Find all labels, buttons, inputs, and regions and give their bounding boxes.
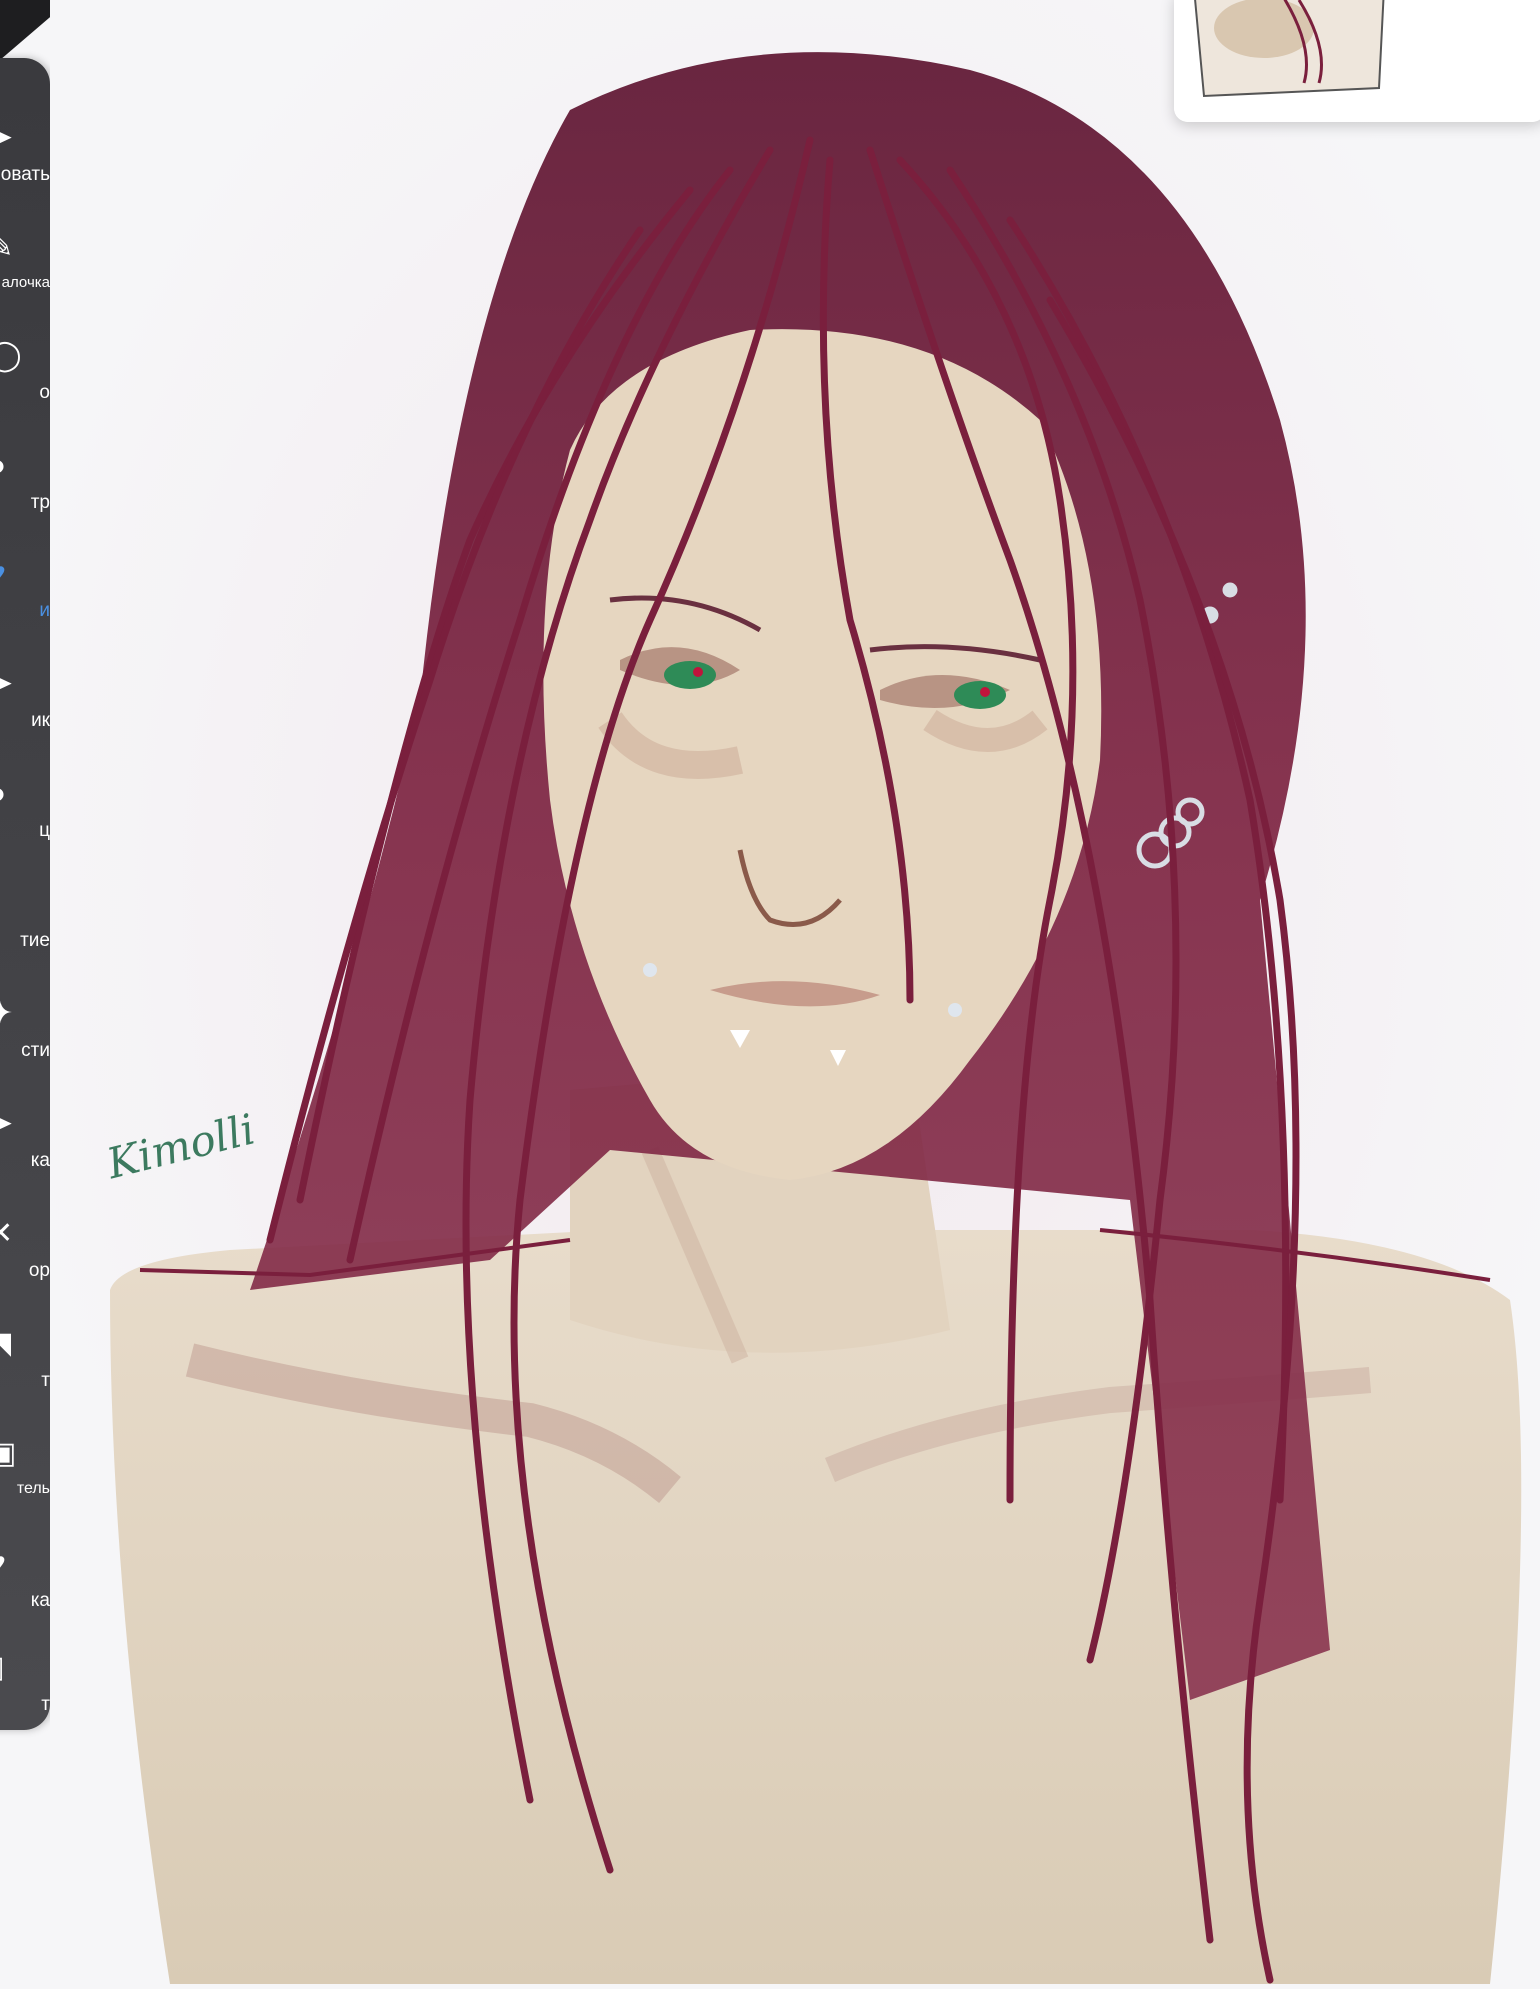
canvas-icon: ▯	[0, 1650, 28, 1686]
drop-icon: ●	[0, 776, 28, 812]
tool-label: ор	[28, 1260, 50, 1281]
tool-effects[interactable]: ✦ сти	[0, 974, 50, 1084]
tool-text[interactable]: ✕ ор	[0, 1194, 50, 1304]
tool-label: алочка	[1, 274, 50, 291]
drawing-canvas[interactable]: Kimolli	[50, 0, 1540, 1984]
tool-label: ка	[30, 1590, 50, 1611]
tool-frame[interactable]: ◥ т	[0, 1304, 50, 1414]
tool-filter[interactable]: ● тр	[0, 426, 50, 536]
tool-label: тр	[30, 492, 50, 513]
tool-transform[interactable]: ➤ овать	[0, 98, 50, 208]
tool-blur[interactable]: тие	[0, 864, 50, 974]
navigator-thumbnail	[1174, 0, 1540, 122]
blur-icon	[0, 886, 28, 922]
tool-label: о	[39, 382, 50, 403]
tool-eyedropper[interactable]: ♥ ка	[0, 1524, 50, 1634]
wand-icon: ✎	[0, 231, 14, 264]
tool-label: ц	[39, 820, 50, 841]
tool-canvas[interactable]: ▯ т	[0, 1628, 50, 1730]
tool-label: и	[39, 600, 50, 621]
lasso-icon: ◯	[0, 339, 22, 372]
tool-label: тель	[16, 1480, 50, 1497]
lip-piercing-right	[948, 1003, 962, 1017]
tool-sidebar: ➤ овать ✎ алочка ◯ о ● тр ♥ и ➤ ик ● ц т…	[0, 58, 50, 1730]
tool-magic-wand[interactable]: ✎ алочка	[0, 208, 50, 318]
tool-label: тие	[20, 930, 50, 951]
tool-label: т	[41, 1370, 50, 1391]
navigator-preview[interactable]	[1174, 0, 1540, 122]
tool-label: овать	[0, 164, 50, 185]
lip-piercing-left	[643, 963, 657, 977]
tool-color[interactable]: ● ц	[0, 754, 50, 864]
frame-icon: ◥	[0, 1326, 28, 1362]
sparkle-icon: ✦	[0, 997, 14, 1030]
tool-brush[interactable]: ♥ и	[0, 534, 50, 644]
arrow-icon: ➤	[0, 121, 14, 154]
tool-label: т	[41, 1694, 50, 1715]
eyedropper-icon: ♥	[0, 1546, 28, 1582]
divider-icon: ▣	[0, 1437, 17, 1470]
tool-label: ка	[30, 1150, 50, 1171]
artwork	[50, 0, 1540, 1984]
tool-fill[interactable]: ➤ ка	[0, 1084, 50, 1194]
tool-label: ик	[31, 710, 50, 731]
tool-label: сти	[21, 1040, 50, 1061]
fill-icon: ➤	[0, 1107, 14, 1140]
tool-lasso[interactable]: ◯ о	[0, 316, 50, 426]
filter-icon: ●	[0, 448, 28, 484]
tool-smudge[interactable]: ➤ ик	[0, 644, 50, 754]
text-icon: ✕	[0, 1217, 14, 1250]
tool-divider[interactable]: ▣ тель	[0, 1414, 50, 1524]
brush-icon: ♥	[0, 556, 28, 592]
smudge-icon: ➤	[0, 667, 14, 700]
